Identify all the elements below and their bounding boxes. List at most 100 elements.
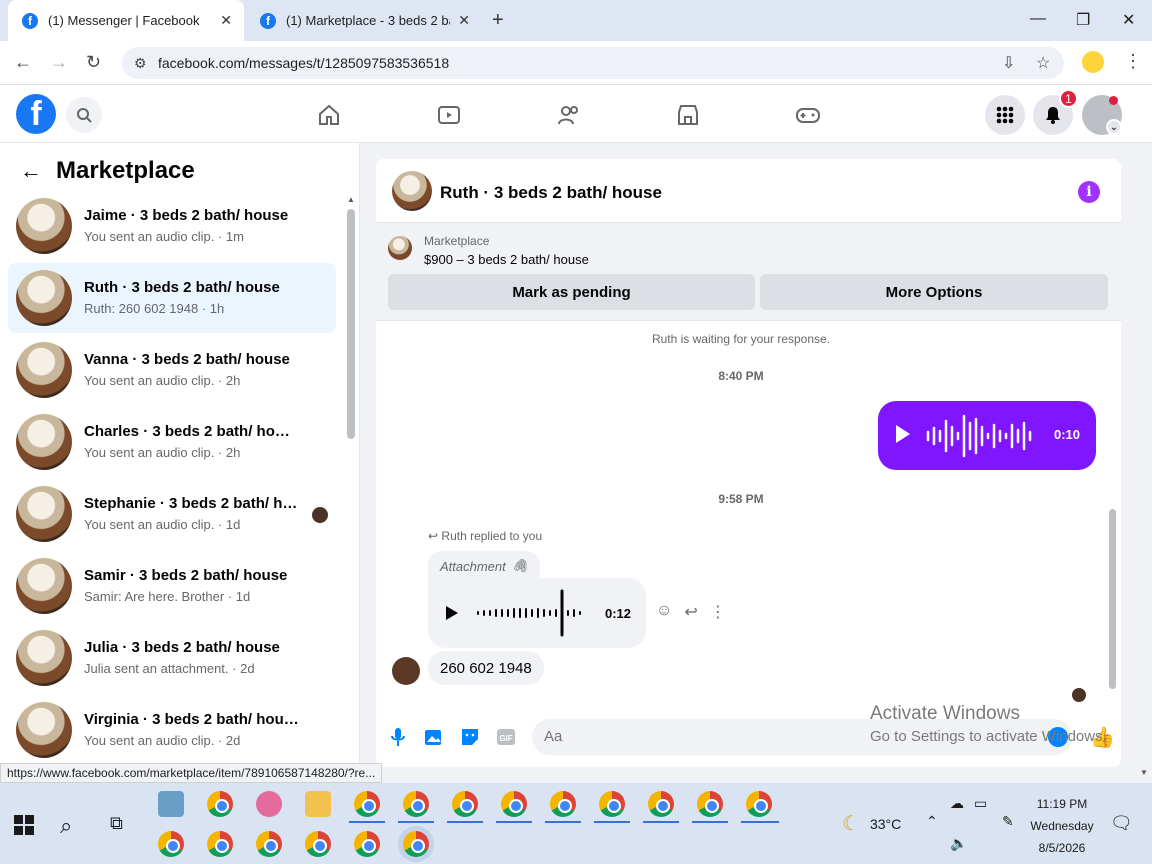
file-explorer-icon[interactable] xyxy=(305,791,331,817)
reply-note-text: Ruth replied to you xyxy=(441,529,543,543)
paint-app-icon[interactable] xyxy=(256,791,282,817)
tab-marketplace[interactable]: f (1) Marketplace - 3 beds 2 bath ✕ xyxy=(246,0,482,41)
clock-date: 8/5/2026 xyxy=(1038,841,1086,855)
scroll-down-icon[interactable]: ▼ xyxy=(1140,768,1148,777)
microphone-icon[interactable] xyxy=(388,727,408,747)
play-icon[interactable] xyxy=(446,606,458,620)
site-info-icon[interactable]: ⚙ xyxy=(134,55,147,72)
reload-icon[interactable]: ↻ xyxy=(86,52,101,73)
conversation-item[interactable]: Ruth · 3 beds 2 bath/ house Ruth: 260 60… xyxy=(8,263,336,333)
task-view-icon[interactable]: ⧉ xyxy=(110,813,123,834)
tab-messenger[interactable]: f (1) Messenger | Facebook ✕ xyxy=(8,0,244,41)
message-list: Ruth is waiting for your response. 8:40 … xyxy=(376,321,1121,705)
replied-attachment-chip[interactable]: Attachment 🖇 xyxy=(428,551,541,581)
notepad-app-icon[interactable] xyxy=(158,791,184,817)
home-icon[interactable] xyxy=(315,101,343,129)
chrome-profile-icon[interactable] xyxy=(697,791,723,817)
scroll-up-icon[interactable]: ▲ xyxy=(347,195,355,204)
conversation-item[interactable]: Samir · 3 beds 2 bath/ house Samir: Are … xyxy=(8,551,336,621)
notification-center-icon[interactable]: 🗨 xyxy=(1110,813,1133,834)
close-window-icon[interactable]: ✕ xyxy=(1122,10,1135,30)
url-text[interactable]: facebook.com/messages/t/1285097583536518 xyxy=(158,55,449,71)
conversation-preview: You sent an audio clip. · 2d xyxy=(84,733,241,748)
restore-icon[interactable]: ❐ xyxy=(1076,10,1090,30)
forward-icon[interactable]: → xyxy=(50,52,68,73)
play-icon[interactable] xyxy=(896,425,910,443)
chrome-profile-icon[interactable] xyxy=(207,831,233,857)
listing-thumbnail[interactable] xyxy=(388,236,412,260)
close-tab-icon[interactable]: ✕ xyxy=(458,12,470,29)
conversation-item[interactable]: Stephanie · 3 beds 2 bath/ ho... You sen… xyxy=(8,479,336,549)
network-icon[interactable]: ▭ xyxy=(974,795,987,812)
scrollbar-thumb[interactable] xyxy=(1109,509,1116,689)
browser-menu-icon[interactable]: ⋮ xyxy=(1124,51,1142,72)
more-options-button[interactable]: More Options xyxy=(760,274,1108,310)
avatar[interactable] xyxy=(392,657,420,685)
start-button[interactable] xyxy=(14,815,34,835)
chrome-profile-icon[interactable] xyxy=(403,791,429,817)
onedrive-icon[interactable]: ☁ xyxy=(950,795,964,812)
chrome-profile-icon[interactable] xyxy=(256,831,282,857)
omnibox[interactable]: ⚙ facebook.com/messages/t/12850975835365… xyxy=(122,47,1064,79)
photo-icon[interactable] xyxy=(424,727,444,747)
listing-avatar[interactable] xyxy=(392,171,432,211)
mark-pending-button[interactable]: Mark as pending xyxy=(388,274,755,310)
chrome-profile-icon[interactable] xyxy=(648,791,674,817)
more-icon[interactable]: ⋮ xyxy=(710,602,726,622)
friends-icon[interactable] xyxy=(555,101,583,129)
back-arrow-icon[interactable]: ← xyxy=(20,158,42,184)
conversation-name: Samir · 3 beds 2 bath/ house xyxy=(84,567,288,584)
video-icon[interactable] xyxy=(435,101,463,129)
listing-title[interactable]: $900 – 3 beds 2 bath/ house xyxy=(424,252,589,267)
conversation-item[interactable]: Vanna · 3 beds 2 bath/ house You sent an… xyxy=(8,335,336,405)
pen-icon[interactable]: ✎ xyxy=(1002,813,1014,830)
received-text-message[interactable]: 260 602 1948 xyxy=(428,651,544,685)
chrome-profile-icon[interactable] xyxy=(354,791,380,817)
chrome-app-icon[interactable] xyxy=(207,791,233,817)
chrome-profile-icon[interactable] xyxy=(550,791,576,817)
extension-icon[interactable] xyxy=(1082,51,1104,73)
info-icon[interactable]: i xyxy=(1078,181,1100,203)
chat-title[interactable]: Ruth · 3 beds 2 bath/ house xyxy=(440,183,662,203)
conversation-item[interactable]: Jaime · 3 beds 2 bath/ house You sent an… xyxy=(8,191,336,261)
chat-scrollbar[interactable] xyxy=(1109,331,1116,701)
chrome-profile-icon-active[interactable] xyxy=(403,831,429,857)
chrome-profile-icon[interactable] xyxy=(452,791,478,817)
sticker-icon[interactable] xyxy=(460,727,480,747)
weather-widget[interactable]: ☾ 33°C xyxy=(842,811,901,836)
chevron-down-icon[interactable]: ⌄ xyxy=(1106,119,1122,135)
chevron-up-icon[interactable]: ⌃ xyxy=(926,813,938,830)
reply-icon[interactable]: ↩ xyxy=(684,602,697,622)
conversation-item[interactable]: Virginia · 3 beds 2 bath/ house You sent… xyxy=(8,695,336,765)
taskbar-clock[interactable]: 11:19 PM Wednesday 8/5/2026 xyxy=(1022,793,1102,859)
reply-indicator: ↩ Ruth replied to you xyxy=(428,529,542,543)
chrome-profile-icon[interactable] xyxy=(354,831,380,857)
clock-time: 11:19 PM xyxy=(1036,797,1088,811)
sidebar-scrollbar[interactable] xyxy=(347,209,355,439)
facebook-logo-icon[interactable]: f xyxy=(16,94,56,134)
menu-grid-button[interactable] xyxy=(985,95,1025,135)
install-app-icon[interactable]: ⇩ xyxy=(1002,53,1015,73)
react-icon[interactable]: ☺ xyxy=(656,602,672,622)
gaming-icon[interactable] xyxy=(794,101,822,129)
chrome-profile-icon[interactable] xyxy=(746,791,772,817)
close-tab-icon[interactable]: ✕ xyxy=(220,12,232,29)
chrome-profile-icon[interactable] xyxy=(305,831,331,857)
search-icon[interactable]: ⌕ xyxy=(60,813,72,839)
chrome-profile-icon[interactable] xyxy=(599,791,625,817)
search-button[interactable] xyxy=(66,97,102,133)
marketplace-icon[interactable] xyxy=(674,101,702,129)
conversation-item[interactable]: Julia · 3 beds 2 bath/ house Julia sent … xyxy=(8,623,336,693)
bookmark-star-icon[interactable]: ☆ xyxy=(1036,53,1050,73)
volume-icon[interactable]: 🔈 xyxy=(950,835,967,852)
sent-audio-message[interactable]: 0:10 xyxy=(878,401,1096,470)
conversation-item[interactable]: Charles · 3 beds 2 bath/ house You sent … xyxy=(8,407,336,477)
chrome-profile-icon[interactable] xyxy=(158,831,184,857)
received-audio-message[interactable]: 0:12 xyxy=(428,578,646,648)
new-tab-icon[interactable]: + xyxy=(492,9,504,32)
marketplace-listing-bar: Marketplace $900 – 3 beds 2 bath/ house … xyxy=(376,223,1121,321)
gif-icon[interactable]: GIF xyxy=(496,727,516,747)
back-icon[interactable]: ← xyxy=(14,52,32,73)
minimize-icon[interactable]: — xyxy=(1030,10,1046,28)
chrome-profile-icon[interactable] xyxy=(501,791,527,817)
